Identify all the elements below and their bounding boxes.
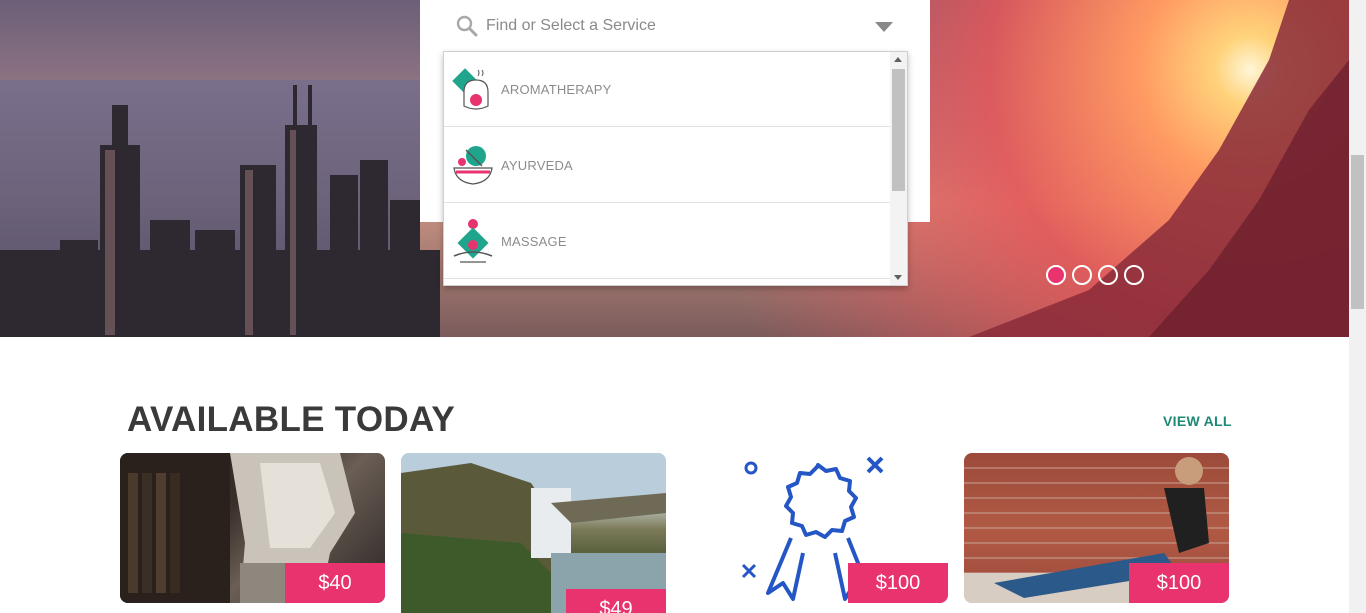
- dropdown-option-label: AYURVEDA: [501, 157, 573, 173]
- dropdown-scrollbar[interactable]: [890, 52, 907, 285]
- carousel-dot-3[interactable]: [1098, 265, 1118, 285]
- offer-card-1[interactable]: $40: [120, 453, 385, 603]
- carousel-dot-2[interactable]: [1072, 265, 1092, 285]
- carousel-dot-1[interactable]: [1046, 265, 1066, 285]
- massage-icon: [453, 219, 493, 263]
- dropdown-option-label: MASSAGE: [501, 233, 567, 249]
- scroll-down-arrow-icon[interactable]: [894, 275, 902, 280]
- offer-card-4[interactable]: $100: [964, 453, 1229, 603]
- service-dropdown-list: AROMATHERAPY AYURVEDA MASSAGE: [443, 51, 908, 286]
- service-search-select[interactable]: Find or Select a Service: [443, 2, 908, 50]
- price-badge: $100: [848, 563, 948, 603]
- city-skyline-image: [0, 85, 440, 337]
- search-placeholder: Find or Select a Service: [486, 17, 656, 34]
- price-badge: $100: [1129, 563, 1229, 603]
- chevron-down-icon[interactable]: [875, 22, 893, 32]
- search-icon: [456, 15, 478, 37]
- price-badge: $40: [285, 563, 385, 603]
- dropdown-scroll-thumb[interactable]: [892, 69, 905, 191]
- page-scroll-thumb[interactable]: [1351, 155, 1364, 309]
- dropdown-option-ayurveda[interactable]: AYURVEDA: [444, 128, 890, 203]
- price-badge: $49: [566, 589, 666, 613]
- dropdown-option-aromatherapy[interactable]: AROMATHERAPY: [444, 52, 890, 127]
- dropdown-option-label: AROMATHERAPY: [501, 81, 612, 97]
- carousel-dot-4[interactable]: [1124, 265, 1144, 285]
- carousel-indicators: [1046, 265, 1144, 285]
- view-all-link[interactable]: VIEW ALL: [1163, 413, 1232, 429]
- dropdown-option-massage[interactable]: MASSAGE: [444, 204, 890, 279]
- scroll-up-arrow-icon[interactable]: [894, 57, 902, 62]
- aromatherapy-icon: [452, 68, 489, 110]
- offer-card-3[interactable]: $100: [683, 453, 948, 603]
- section-title: AVAILABLE TODAY: [127, 400, 455, 439]
- ayurveda-icon: [453, 146, 493, 185]
- page-scrollbar[interactable]: [1349, 0, 1366, 613]
- offer-card-2[interactable]: $49: [401, 453, 666, 613]
